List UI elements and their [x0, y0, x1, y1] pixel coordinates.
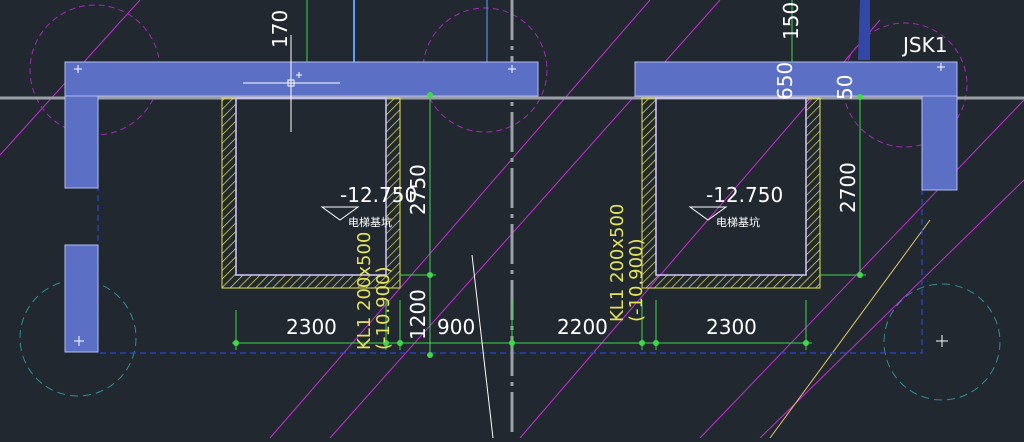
beam-label-left-2: (-10.900) [373, 266, 394, 350]
cad-drawing-canvas[interactable]: 170 150 650 50 JSK1 -12.750 -12.750 电梯基坑… [0, 0, 1024, 439]
wall-left-upper[interactable] [64, 95, 99, 189]
pit-label-right: 电梯基坑 [716, 215, 760, 229]
cad-viewport[interactable]: 170 150 650 50 JSK1 -12.750 -12.750 电梯基坑… [0, 0, 1024, 439]
leader-line [471, 254, 494, 439]
top-right-blue-wedge [858, 0, 870, 60]
dim-top-right-partial: 150 [779, 2, 803, 40]
elevation-right: -12.750 [706, 183, 783, 207]
dim-horiz-2: 900 [437, 315, 475, 339]
wall-top-left[interactable] [64, 61, 539, 97]
dim-horiz-1: 2300 [286, 315, 337, 339]
crosshair-cursor [243, 35, 340, 132]
tag-label: JSK1 [901, 33, 947, 57]
dimension-lines [232, 0, 866, 355]
wall-right[interactable] [921, 95, 958, 191]
beam-label-right-2: (-10.900) [626, 238, 647, 322]
dim-top-left-partial: 170 [268, 10, 292, 48]
pit-label-left: 电梯基坑 [348, 215, 392, 229]
wall-left-lower[interactable] [64, 244, 99, 353]
yellow-diagonal-line [769, 219, 931, 439]
dim-mid-right-partial-b: 50 [833, 75, 857, 100]
beam-label-left-1: KL1 200x500 [354, 232, 375, 350]
dim-horiz-3: 2200 [557, 315, 608, 339]
dim-mid-right-partial-a: 650 [773, 62, 797, 100]
dim-horiz-4: 2300 [706, 315, 757, 339]
cyan-dashed-circles [19, 279, 1001, 401]
beam-label-right-1: KL1 200x500 [607, 204, 628, 322]
dim-depth-left: 1200 [406, 289, 430, 340]
dim-height-right: 2700 [836, 162, 860, 213]
dim-height-left: 2750 [406, 164, 430, 215]
